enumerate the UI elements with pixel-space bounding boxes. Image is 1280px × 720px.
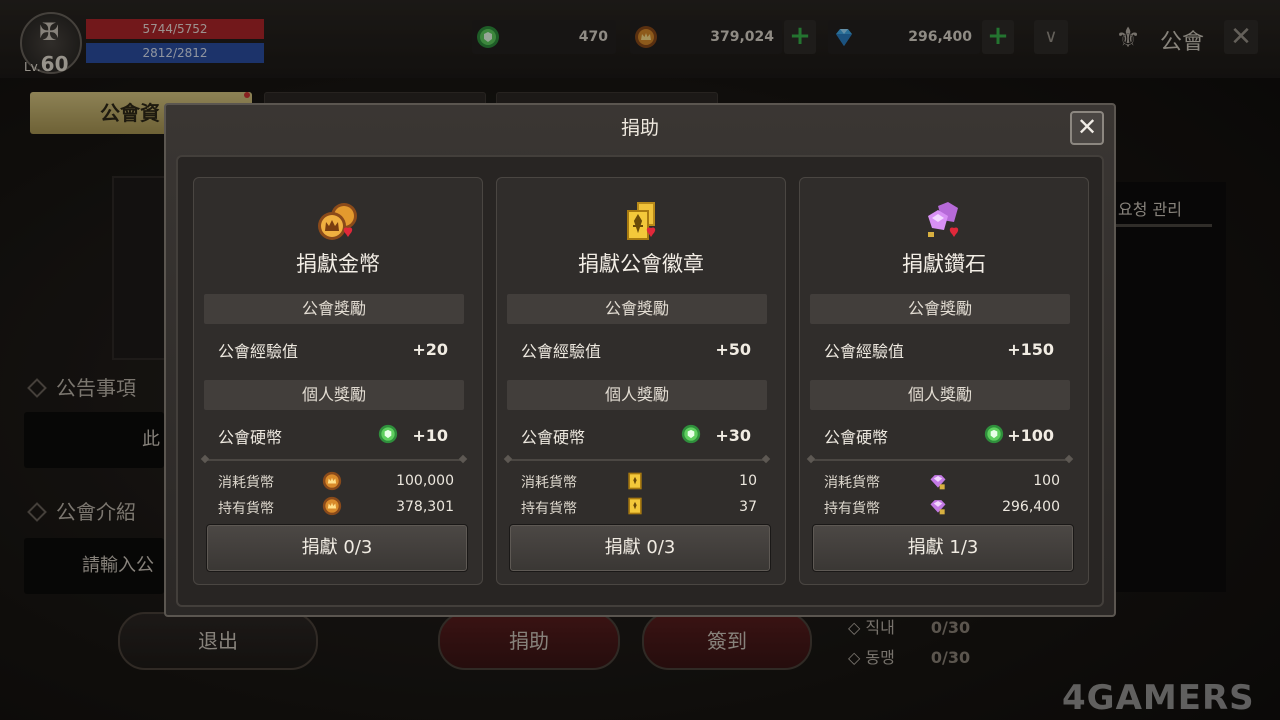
donate-badge-card: 捐獻公會徽章 公會獎勵 公會經驗值 +50 個人獎勵 公會硬幣 +30 消耗貨幣… — [496, 177, 786, 585]
guild-reward-header: 公會獎勵 — [507, 294, 767, 324]
purple-gem-icon — [930, 475, 946, 490]
guild-exp-value: +20 — [412, 340, 448, 359]
guild-coin-icon — [984, 424, 1004, 444]
gold-coin-icon — [322, 471, 342, 491]
divider — [204, 459, 464, 461]
owned-value: 296,400 — [1002, 499, 1060, 515]
donate-diamond-button[interactable]: 捐獻 1/3 — [812, 524, 1074, 572]
guild-badge-icon — [628, 472, 642, 490]
guild-reward-header: 公會獎勵 — [204, 294, 464, 324]
close-icon: ✕ — [1076, 113, 1098, 141]
divider — [810, 459, 1070, 461]
card-title: 捐獻金幣 — [296, 252, 380, 276]
donate-gold-button[interactable]: 捐獻 0/3 — [206, 524, 468, 572]
donate-gold-card: 捐獻金幣 公會獎勵 公會經驗值 +20 個人獎勵 公會硬幣 +10 消耗貨幣 1… — [193, 177, 483, 585]
personal-reward-header: 個人獎勵 — [204, 380, 464, 410]
cost-value: 100 — [1033, 473, 1060, 489]
close-dialog-button[interactable]: ✕ — [1070, 111, 1104, 145]
divider — [507, 459, 767, 461]
guild-exp-value: +150 — [1007, 340, 1054, 359]
donate-diamond-card: 捐獻鑽石 公會獎勵 公會經驗值 +150 個人獎勵 公會硬幣 +100 消耗貨幣… — [799, 177, 1089, 585]
guild-coin-label: 公會硬幣 — [218, 428, 283, 447]
owned-value: 378,301 — [396, 499, 454, 515]
guild-coin-value: +10 — [412, 426, 448, 445]
donate-badge-button[interactable]: 捐獻 0/3 — [509, 524, 771, 572]
cost-value: 100,000 — [396, 473, 454, 489]
cost-value: 10 — [739, 473, 757, 489]
card-title: 捐獻鑽石 — [902, 252, 986, 276]
personal-reward-header: 個人獎勵 — [810, 380, 1070, 410]
guild-reward-header: 公會獎勵 — [810, 294, 1070, 324]
owned-value: 37 — [739, 499, 757, 515]
gold-donation-icon — [194, 200, 482, 246]
dialog-title: 捐助 — [620, 117, 659, 139]
owned-label: 持有貨幣 — [824, 501, 880, 517]
card-title: 捐獻公會徽章 — [578, 252, 704, 276]
guild-badge-donation-icon — [497, 200, 785, 246]
purple-gem-icon — [930, 500, 946, 515]
cost-label: 消耗貨幣 — [521, 475, 577, 491]
cost-label: 消耗貨幣 — [218, 475, 274, 491]
guild-coin-icon — [681, 424, 701, 444]
guild-coin-label: 公會硬幣 — [521, 428, 586, 447]
guild-badge-icon — [628, 497, 642, 515]
diamond-donation-icon — [800, 200, 1088, 246]
owned-label: 持有貨幣 — [218, 501, 274, 517]
guild-coin-value: +100 — [1007, 426, 1054, 445]
guild-exp-label: 公會經驗值 — [824, 342, 905, 361]
owned-label: 持有貨幣 — [521, 501, 577, 517]
cost-label: 消耗貨幣 — [824, 475, 880, 491]
guild-coin-label: 公會硬幣 — [824, 428, 889, 447]
guild-coin-value: +30 — [715, 426, 751, 445]
personal-reward-header: 個人獎勵 — [507, 380, 767, 410]
gold-coin-icon — [322, 496, 342, 516]
guild-coin-icon — [378, 424, 398, 444]
guild-exp-value: +50 — [715, 340, 751, 359]
guild-exp-label: 公會經驗值 — [521, 342, 602, 361]
guild-exp-label: 公會經驗值 — [218, 342, 299, 361]
